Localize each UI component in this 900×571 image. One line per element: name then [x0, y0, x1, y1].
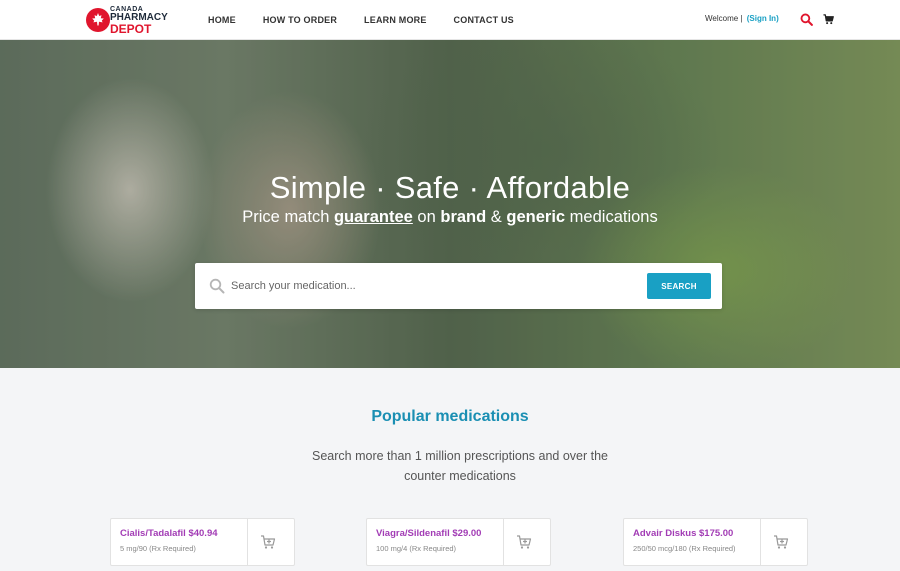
med-card-viagra[interactable]: Viagra/Sildenafil $29.00 100 mg/4 (Rx Re…	[366, 518, 551, 566]
medication-search-box: SEARCH	[195, 263, 722, 309]
main-nav: HOME HOW TO ORDER LEARN MORE CONTACT US	[208, 15, 541, 25]
search-button[interactable]: SEARCH	[647, 273, 711, 299]
med-info: Advair Diskus $175.00 250/50 mcg/180 (Rx…	[624, 519, 761, 565]
med-detail: 100 mg/4 (Rx Required)	[376, 544, 457, 553]
nav-how-to-order[interactable]: HOW TO ORDER	[263, 15, 337, 25]
hero-sub-on: on	[412, 208, 441, 226]
maple-leaf-icon	[86, 8, 110, 32]
add-to-cart-icon[interactable]	[260, 534, 276, 550]
nav-contact-us[interactable]: CONTACT US	[454, 15, 514, 25]
search-glass-icon	[209, 278, 225, 294]
med-card-advair[interactable]: Advair Diskus $175.00 250/50 mcg/180 (Rx…	[623, 518, 808, 566]
sign-in-link[interactable]: (Sign In)	[747, 14, 779, 23]
logo-wordmark: CANADA PHARMACY DEPOT	[110, 6, 168, 35]
add-to-cart-icon[interactable]	[773, 534, 789, 550]
hero-sub-brand: brand	[440, 208, 487, 226]
med-info: Viagra/Sildenafil $29.00 100 mg/4 (Rx Re…	[367, 519, 504, 565]
med-name[interactable]: Advair Diskus $175.00	[633, 528, 760, 539]
hero-subtitle: Price match guarantee on brand & generic…	[0, 208, 900, 227]
hero-sub-guarantee: guarantee	[333, 208, 413, 226]
logo[interactable]: CANADA PHARMACY DEPOT	[86, 6, 176, 35]
logo-line3: DEPOT	[110, 22, 152, 36]
hero-sub-generic: generic	[506, 208, 566, 226]
med-detail: 5 mg/90 (Rx Required)	[120, 544, 196, 553]
cart-icon[interactable]	[823, 14, 834, 25]
search-icon[interactable]	[800, 13, 813, 26]
nav-home[interactable]: HOME	[208, 15, 236, 25]
nav-learn-more[interactable]: LEARN MORE	[364, 15, 427, 25]
hero-sub-suffix: medications	[565, 208, 658, 226]
hero-sub-prefix: Price match	[242, 208, 334, 226]
hero-banner: Simple · Safe · Affordable Price match g…	[0, 40, 900, 368]
hero-sub-amp: &	[486, 208, 507, 226]
med-name[interactable]: Viagra/Sildenafil $29.00	[376, 528, 503, 539]
popular-description: Search more than 1 million prescriptions…	[312, 449, 608, 483]
hero-title: Simple · Safe · Affordable	[269, 170, 631, 205]
site-header: CANADA PHARMACY DEPOT HOME HOW TO ORDER …	[0, 0, 900, 40]
medication-search-input[interactable]	[231, 275, 631, 297]
welcome-label: Welcome |	[705, 14, 743, 23]
med-info: Cialis/Tadalafil $40.94 5 mg/90 (Rx Requ…	[111, 519, 248, 565]
popular-title: Popular medications	[371, 408, 529, 425]
add-to-cart-icon[interactable]	[516, 534, 532, 550]
med-name[interactable]: Cialis/Tadalafil $40.94	[120, 528, 247, 539]
med-detail: 250/50 mcg/180 (Rx Required)	[633, 544, 736, 553]
welcome-text: Welcome | (Sign In)	[705, 14, 779, 23]
med-card-cialis[interactable]: Cialis/Tadalafil $40.94 5 mg/90 (Rx Requ…	[110, 518, 295, 566]
